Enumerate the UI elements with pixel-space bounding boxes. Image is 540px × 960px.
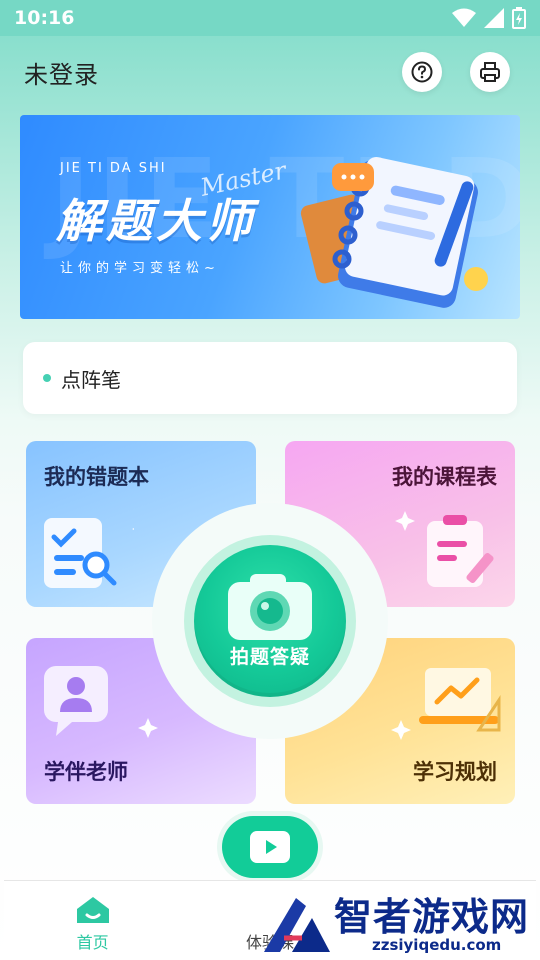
banner-subtitle: JIE TI DA SHI (60, 161, 167, 176)
photo-question-button[interactable]: 拍题答疑 (184, 535, 356, 707)
wifi-icon (452, 8, 476, 27)
status-dot (43, 374, 51, 382)
notebook-illustration (300, 157, 488, 308)
clipboard-icon (395, 511, 494, 587)
print-button[interactable] (470, 52, 510, 92)
login-status[interactable]: 未登录 (24, 55, 99, 90)
course-table-label: 我的课程表 (392, 465, 497, 489)
play-video-icon (250, 831, 290, 863)
battery-icon (512, 7, 526, 29)
photo-question-inner[interactable]: 拍题答疑 (194, 545, 346, 697)
status-time: 10:16 (14, 7, 75, 29)
teacher-chat-icon (44, 666, 158, 738)
watermark-text: 智者游戏网 (334, 895, 530, 939)
header: 未登录 (0, 36, 540, 108)
checklist-search-icon (44, 518, 134, 588)
wrong-book-label: 我的错题本 (44, 465, 149, 489)
nav-home[interactable]: 首页 (4, 881, 181, 960)
dot-pen-card[interactable]: 点阵笔 (23, 342, 517, 414)
status-icons (452, 7, 526, 29)
chart-board-icon (391, 668, 501, 740)
question-icon (411, 61, 433, 83)
status-bar: 10:16 (0, 0, 540, 36)
watermark: 智者游戏网 zzsiyiqedu.com (262, 886, 540, 960)
header-actions (402, 52, 510, 92)
photo-question-label: 拍题答疑 (229, 645, 310, 668)
banner-slogan: 让你的学习变轻松~ (60, 261, 220, 276)
watermark-logo (264, 898, 330, 952)
video-button[interactable] (222, 816, 318, 878)
study-plan-label: 学习规划 (413, 760, 497, 784)
watermark-url: zzsiyiqedu.com (372, 936, 502, 954)
dot-pen-label: 点阵笔 (61, 367, 121, 392)
home-icon (76, 896, 109, 923)
promo-banner[interactable]: JIE TI DA JIE TI DA SHI Master 解题大师 让你的学… (20, 115, 520, 319)
banner-title: 解题大师 (56, 194, 256, 248)
printer-icon (480, 62, 500, 82)
signal-icon (484, 8, 504, 28)
teacher-label: 学伴老师 (44, 760, 128, 784)
help-button[interactable] (402, 52, 442, 92)
camera-icon (228, 573, 312, 640)
nav-home-label: 首页 (76, 932, 109, 952)
